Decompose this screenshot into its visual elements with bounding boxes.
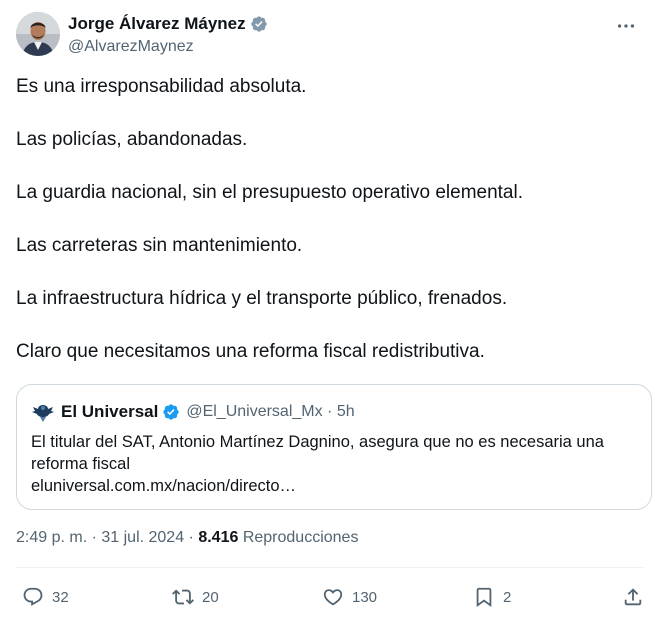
reply-icon: [23, 587, 43, 606]
tweet-actions: 32 20 130 2: [16, 582, 644, 612]
more-options-button[interactable]: [614, 14, 638, 38]
like-count: 130: [352, 588, 378, 606]
bookmark-button[interactable]: 2: [473, 582, 511, 612]
bookmark-count: 2: [503, 588, 512, 606]
reply-count: 32: [52, 588, 69, 606]
tweet-timestamp[interactable]: 2:49 p. m. · 31 jul. 2024 ·: [16, 529, 198, 546]
reply-button[interactable]: 32: [22, 582, 69, 612]
quoted-tweet-header: El Universal @El_Universal_Mx · 5h: [31, 401, 355, 423]
repost-count: 20: [202, 588, 219, 606]
author-display-name-text[interactable]: Jorge Álvarez Máynez: [68, 14, 246, 34]
tweet-paragraph: Las carreteras sin mantenimiento.: [16, 235, 303, 256]
share-button[interactable]: [622, 582, 644, 612]
quoted-author-name[interactable]: El Universal: [61, 402, 158, 422]
quoted-tweet-link[interactable]: eluniversal.com.mx/nacion/directo…: [31, 475, 296, 497]
author-names: Jorge Álvarez Máynez @AlvarezMaynez: [68, 14, 268, 57]
tweet-paragraph: La guardia nacional, sin el presupuesto …: [16, 182, 523, 203]
share-icon: [624, 588, 642, 606]
tweet-paragraph: La infraestructura hídrica y el transpor…: [16, 288, 508, 309]
el-universal-eagle-logo-icon[interactable]: [31, 401, 55, 423]
tweet-paragraph: Es una irresponsabilidad absoluta.: [16, 76, 307, 97]
quoted-tweet-card[interactable]: El Universal @El_Universal_Mx · 5h El ti…: [16, 384, 652, 510]
bookmark-icon: [476, 587, 492, 608]
repost-button[interactable]: 20: [172, 582, 219, 612]
author-handle[interactable]: @AlvarezMaynez: [68, 37, 268, 57]
repost-icon: [172, 589, 194, 605]
tweet-meta: 2:49 p. m. · 31 jul. 2024 · 8.416 Reprod…: [16, 529, 358, 547]
author-avatar[interactable]: [16, 12, 60, 56]
divider: [16, 567, 644, 568]
tweet-text: Es una irresponsabilidad absoluta. Las p…: [16, 74, 644, 365]
author-display-name[interactable]: Jorge Álvarez Máynez: [68, 14, 268, 34]
tweet-header: Jorge Álvarez Máynez @AlvarezMaynez: [16, 12, 644, 60]
views-label: Reproducciones: [238, 529, 359, 546]
heart-icon: [323, 589, 343, 606]
tweet-paragraph: Claro que necesitamos una reforma fiscal…: [16, 341, 485, 362]
quoted-tweet-text: El titular del SAT, Antonio Martínez Dag…: [31, 433, 604, 473]
verified-badge-icon: [250, 16, 267, 32]
quoted-author-handle-time[interactable]: @El_Universal_Mx · 5h: [186, 403, 354, 421]
like-button[interactable]: 130: [322, 582, 377, 612]
tweet-paragraph: Las policías, abandonadas.: [16, 129, 248, 150]
verified-badge-icon: [163, 404, 180, 420]
more-horizontal-icon: [617, 24, 635, 28]
views-count: 8.416: [198, 529, 239, 546]
